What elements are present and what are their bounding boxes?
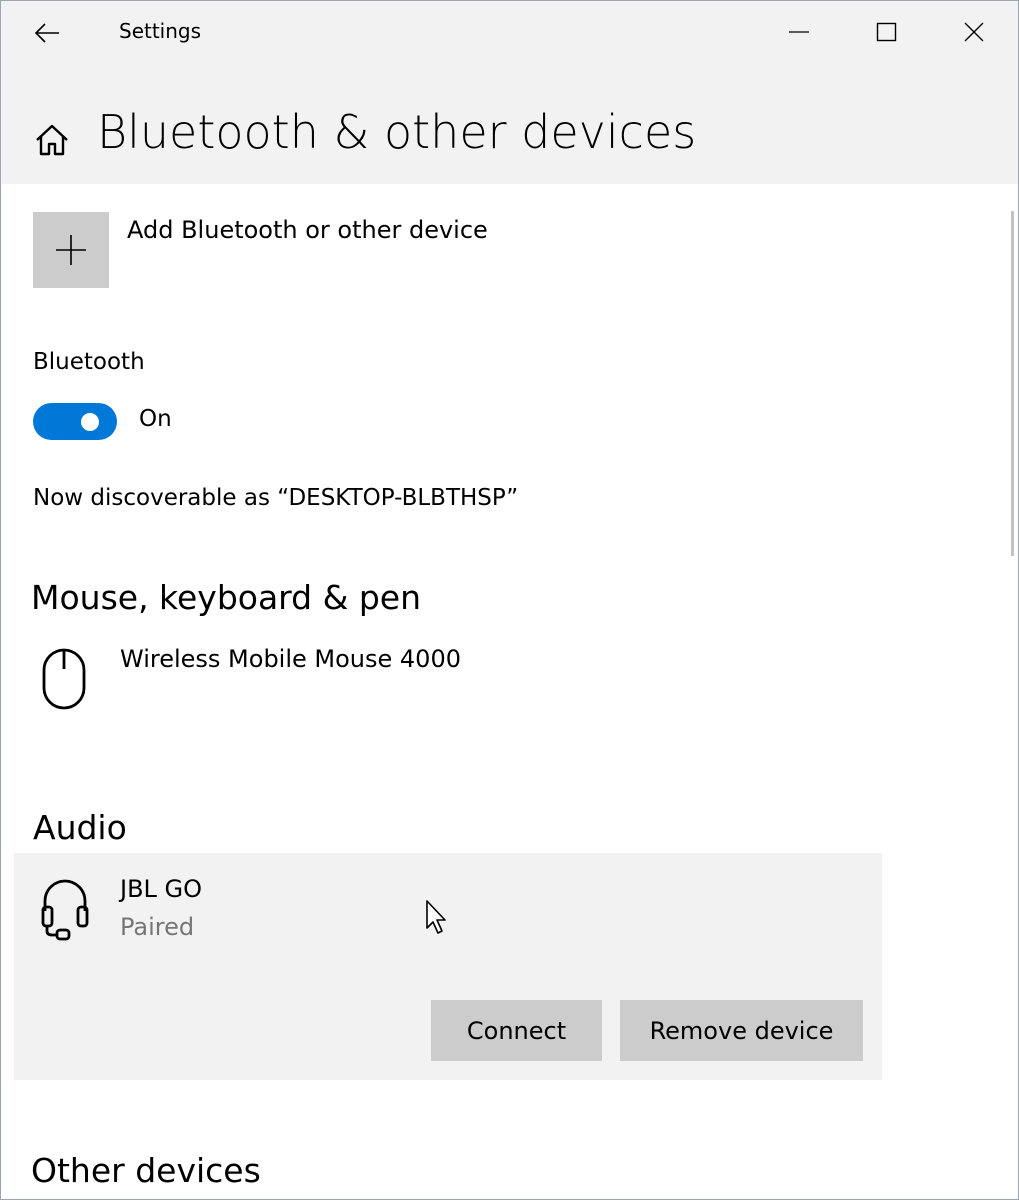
close-icon <box>964 22 984 42</box>
bluetooth-state-label: On <box>139 406 172 432</box>
device-item-mouse[interactable]: Wireless Mobile Mouse 4000 <box>15 631 881 727</box>
close-button[interactable] <box>930 1 1018 63</box>
settings-window: Settings Bluetooth & other devices Add B… <box>0 0 1019 1200</box>
plus-icon <box>56 235 86 265</box>
section-heading-other-devices: Other devices <box>31 1151 261 1190</box>
home-icon <box>36 124 68 156</box>
minimize-icon <box>789 31 809 33</box>
toggle-knob <box>81 413 99 431</box>
maximize-icon <box>876 22 897 42</box>
minimize-button[interactable] <box>755 1 843 63</box>
back-button[interactable] <box>19 13 75 53</box>
mouse-icon <box>42 648 86 710</box>
title-bar: Settings Bluetooth & other devices <box>1 1 1018 184</box>
bluetooth-label: Bluetooth <box>33 349 145 375</box>
add-device-button[interactable] <box>33 212 109 288</box>
device-name: JBL GO <box>120 875 203 903</box>
headset-icon <box>41 879 89 941</box>
back-arrow-icon <box>34 23 59 43</box>
section-heading-audio: Audio <box>33 808 127 847</box>
device-item-jbl-go[interactable]: JBL GO Paired Connect Remove device <box>14 853 882 1080</box>
home-button[interactable] <box>29 117 75 163</box>
scrollbar-thumb[interactable] <box>1011 211 1014 556</box>
add-device-label[interactable]: Add Bluetooth or other device <box>127 216 488 244</box>
device-name: Wireless Mobile Mouse 4000 <box>120 645 461 673</box>
discoverable-text: Now discoverable as “DESKTOP-BLBTHSP” <box>33 485 519 511</box>
mouse-pointer-icon <box>426 900 446 934</box>
section-heading-mouse-keyboard-pen: Mouse, keyboard & pen <box>31 578 421 617</box>
bluetooth-toggle[interactable] <box>33 403 117 440</box>
page-title: Bluetooth & other devices <box>97 105 697 159</box>
connect-button[interactable]: Connect <box>431 1000 602 1061</box>
remove-device-button[interactable]: Remove device <box>620 1000 863 1061</box>
device-status: Paired <box>120 913 195 941</box>
window-title: Settings <box>119 19 202 43</box>
maximize-button[interactable] <box>843 1 931 63</box>
